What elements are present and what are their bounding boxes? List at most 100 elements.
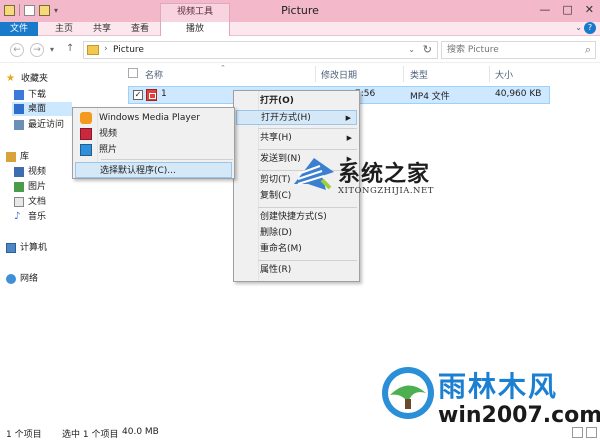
file-type: MP4 文件	[410, 92, 450, 102]
sidebar-item-videos[interactable]: 视频	[14, 165, 46, 179]
divider	[101, 159, 233, 160]
menu-item-video-app[interactable]: 视频	[75, 126, 232, 142]
column-header-type[interactable]: 类型	[410, 68, 428, 81]
open-with-submenu: Windows Media Player 视频 照片 选择默认程序(C)...	[72, 107, 235, 179]
menu-item-label: 打开(O)	[260, 96, 294, 106]
menu-item-label: 打开方式(H)	[261, 113, 311, 123]
menu-item-properties[interactable]: 属性(R)	[236, 263, 357, 278]
details-view-icon[interactable]	[572, 427, 583, 438]
sidebar-item-label: 收藏夹	[21, 74, 49, 84]
window-controls: — □ ✕	[539, 3, 594, 16]
yulinmufeng-logo-icon	[382, 367, 434, 419]
column-header-name[interactable]: 名称	[145, 68, 163, 81]
pictures-icon	[14, 182, 24, 192]
sidebar-item-network[interactable]: 网络	[6, 272, 38, 286]
menu-item-label: 照片	[99, 145, 118, 155]
menu-item-create-shortcut[interactable]: 创建快捷方式(S)	[236, 210, 357, 225]
submenu-arrow-icon: ▶	[346, 134, 352, 142]
search-input[interactable]	[442, 42, 572, 58]
menu-item-label: 选择默认程序(C)...	[100, 166, 176, 176]
divider	[489, 66, 490, 82]
video-app-icon	[80, 128, 92, 140]
tab-play[interactable]: 播放	[160, 22, 230, 36]
sidebar-item-documents[interactable]: 文档	[14, 195, 46, 209]
address-bar[interactable]: › Picture ⌄ ↻	[83, 41, 438, 59]
forward-button[interactable]: →	[30, 43, 44, 57]
recent-locations-icon[interactable]: ▾	[50, 45, 54, 54]
divider	[258, 128, 357, 129]
videos-icon	[14, 167, 24, 177]
menu-item-share[interactable]: 共享(H) ▶	[236, 131, 357, 146]
sidebar-item-music[interactable]: ♪ 音乐	[14, 210, 46, 224]
selection-size: 40.0 MB	[122, 427, 159, 437]
window-title: Picture	[281, 4, 319, 17]
watermark-brand: 雨林木风	[438, 370, 559, 403]
sidebar-item-label: 最近访问	[28, 120, 65, 130]
menu-item-label: 剪切(T)	[260, 175, 291, 185]
row-checkbox[interactable]: ✓	[133, 90, 143, 100]
sidebar-item-label: 音乐	[28, 212, 47, 222]
back-button[interactable]: ←	[10, 43, 24, 57]
column-header-modified[interactable]: 修改日期	[321, 68, 357, 81]
menu-item-label: 视频	[99, 129, 118, 139]
media-player-icon	[80, 112, 92, 124]
tab-home[interactable]: 主页	[50, 22, 78, 36]
column-header-size[interactable]: 大小	[495, 68, 513, 81]
breadcrumb-chevron-icon[interactable]: ›	[104, 44, 108, 54]
tab-view[interactable]: 查看	[126, 22, 154, 36]
menu-item-label: 共享(H)	[260, 133, 292, 143]
network-icon	[6, 274, 16, 284]
sidebar-item-downloads[interactable]: 下载	[14, 88, 46, 102]
menu-item-open-with[interactable]: 打开方式(H) ▶	[236, 110, 357, 125]
address-dropdown-icon[interactable]: ⌄	[408, 45, 415, 54]
status-bar: 1 个项目 选中 1 个项目 40.0 MB	[0, 424, 600, 442]
expand-ribbon-icon[interactable]: ⌄	[575, 23, 582, 32]
ribbon-tabs: 文件 主页 共享 查看 播放 ⌄ ?	[0, 22, 600, 36]
sidebar-item-desktop[interactable]: 桌面	[12, 102, 72, 116]
sidebar-item-pictures[interactable]: 图片	[14, 180, 46, 194]
xitongzhijia-logo-icon	[294, 158, 334, 190]
divider	[258, 260, 357, 261]
close-button[interactable]: ✕	[585, 3, 594, 16]
refresh-icon[interactable]: ↻	[423, 43, 432, 56]
maximize-button[interactable]: □	[562, 3, 572, 16]
menu-item-label: 复制(C)	[260, 191, 292, 201]
menu-item-label: Windows Media Player	[99, 113, 200, 123]
sidebar-item-favorites[interactable]: ★ 收藏夹	[6, 72, 48, 86]
watermark-xitongzhijia: 系统之家 XITONGZHIJIA.NET	[292, 150, 472, 210]
library-icon	[6, 152, 16, 162]
menu-item-choose-default-program[interactable]: 选择默认程序(C)...	[75, 162, 232, 178]
sidebar-item-libraries[interactable]: 库	[6, 150, 29, 164]
search-box[interactable]: ⌕	[441, 41, 596, 59]
divider	[315, 66, 316, 82]
tab-file[interactable]: 文件	[0, 22, 38, 36]
menu-item-photos-app[interactable]: 照片	[75, 142, 232, 158]
download-icon	[14, 90, 24, 100]
large-icons-view-icon[interactable]	[586, 427, 597, 438]
submenu-arrow-icon: ▶	[345, 114, 351, 122]
documents-icon	[14, 197, 24, 207]
tab-share[interactable]: 共享	[88, 22, 116, 36]
breadcrumb[interactable]: Picture	[113, 45, 144, 55]
menu-item-windows-media-player[interactable]: Windows Media Player	[75, 110, 232, 126]
navigation-bar: ← → ▾ ↑ › Picture ⌄ ↻ ⌕	[0, 37, 600, 63]
sidebar-item-label: 图片	[28, 182, 47, 192]
sidebar-item-recent[interactable]: 最近访问	[14, 118, 64, 132]
menu-item-open[interactable]: 打开(O)	[236, 94, 357, 109]
watermark-url: XITONGZHIJIA.NET	[338, 186, 434, 196]
column-headers: ⌃ 名称 修改日期 类型 大小	[125, 64, 600, 84]
menu-item-delete[interactable]: 删除(D)	[236, 226, 357, 241]
sidebar-item-computer[interactable]: 计算机	[6, 241, 47, 255]
search-icon[interactable]: ⌕	[585, 43, 591, 57]
menu-item-rename[interactable]: 重命名(M)	[236, 242, 357, 257]
select-all-checkbox[interactable]	[128, 68, 138, 78]
watermark-brand: 系统之家	[338, 162, 431, 187]
sidebar-item-label: 网络	[20, 274, 39, 284]
sort-ascending-icon: ⌃	[220, 64, 226, 72]
menu-item-label: 删除(D)	[260, 228, 292, 238]
sidebar-item-label: 桌面	[28, 104, 47, 114]
up-button[interactable]: ↑	[66, 43, 74, 54]
minimize-button[interactable]: —	[539, 3, 550, 16]
help-icon[interactable]: ?	[584, 22, 596, 34]
selection-count: 选中 1 个项目	[62, 430, 119, 440]
